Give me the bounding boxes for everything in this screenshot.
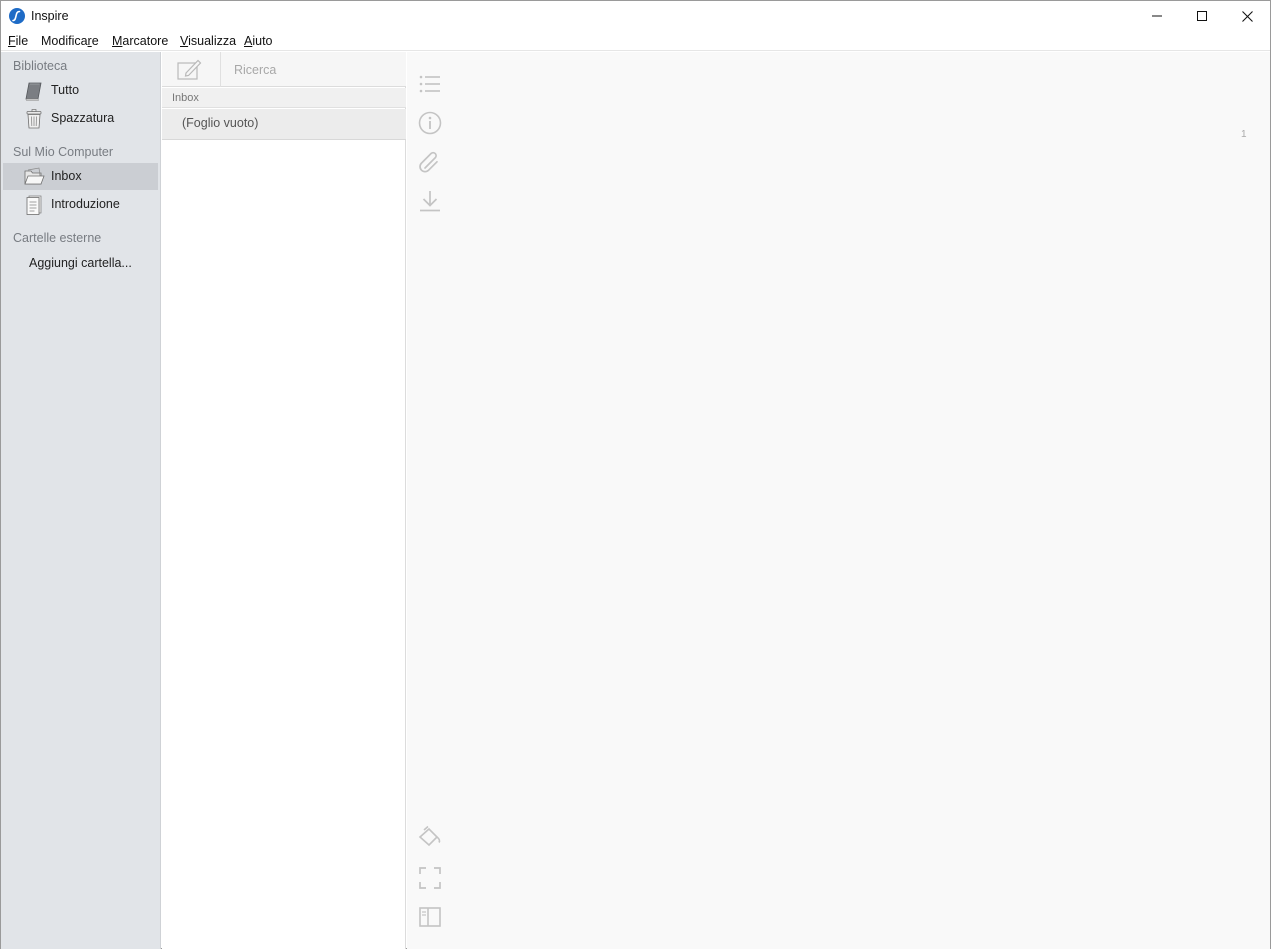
sheet-list-pane: Inbox (Foglio vuoto) [162, 52, 406, 949]
sheet-title: (Foglio vuoto) [182, 116, 259, 130]
export-button[interactable] [417, 188, 443, 214]
attachment-icon [419, 151, 438, 173]
maximize-icon [1197, 11, 1207, 21]
toolbar-divider [220, 52, 221, 87]
split-view-button[interactable] [417, 904, 443, 930]
menu-visualizza-accel: V [180, 34, 189, 48]
menu-modificare-text-b: e [91, 34, 99, 48]
maximize-button[interactable] [1179, 1, 1225, 31]
list-item[interactable]: (Foglio vuoto) [162, 109, 406, 140]
document-icon [26, 195, 42, 215]
download-icon [420, 191, 440, 212]
title-bar[interactable]: Inspire [1, 1, 1270, 31]
fullscreen-icon [419, 867, 441, 889]
minimize-icon [1152, 15, 1162, 17]
section-cartelle-esterne: Cartelle esterne [13, 231, 102, 245]
attachment-button[interactable] [417, 149, 443, 175]
sidebar-item-label: Spazzatura [51, 111, 115, 125]
group-header-label: Inbox [172, 92, 199, 104]
menu-marcatore-text-b: arcatore [122, 34, 169, 48]
info-icon [418, 111, 442, 135]
close-icon [1241, 10, 1253, 22]
close-button[interactable] [1224, 1, 1270, 31]
menu-bar: File Modificare Marcatore Visualizza Aiu… [1, 31, 1270, 51]
new-sheet-button[interactable] [174, 57, 204, 83]
menu-aiuto-text-b: iuto [252, 34, 273, 48]
list-group-header: Inbox [162, 88, 406, 108]
section-sul-mio-computer: Sul Mio Computer [13, 145, 114, 159]
sidebar-item-tutto[interactable]: Tutto [3, 77, 158, 104]
menu-file-accel: F [8, 34, 16, 48]
sidebar-item-label: Inbox [51, 169, 82, 183]
menu-modificare[interactable]: Modificare [41, 34, 99, 48]
sidebar-item-label: Tutto [51, 83, 80, 97]
book-icon [25, 82, 42, 101]
sidebar-item-spazzatura[interactable]: Spazzatura [3, 105, 158, 132]
menu-aiuto[interactable]: Aiuto [244, 34, 273, 48]
compose-icon [177, 59, 202, 80]
list-toolbar [162, 52, 406, 87]
editor-pane[interactable]: 1 [407, 52, 1270, 949]
menu-visualizza-text-b: isualizza [188, 34, 237, 48]
app-window: Inspire File Modificare Marcatore Visual… [0, 0, 1271, 949]
bucket-icon [418, 825, 441, 847]
menu-visualizza[interactable]: Visualizza [180, 34, 236, 48]
section-biblioteca: Biblioteca [13, 59, 68, 73]
trash-icon [26, 109, 42, 129]
library-sidebar: Biblioteca Tutto Spazzatura Sul Mio Comp… [1, 52, 161, 949]
menu-marcatore[interactable]: Marcatore [112, 34, 168, 48]
info-button[interactable] [417, 110, 443, 136]
minimize-button[interactable] [1134, 1, 1180, 31]
sidebar-item-inbox[interactable]: Inbox [3, 163, 158, 190]
outline-list-icon [419, 75, 440, 93]
open-folder-icon [24, 167, 45, 185]
menu-file[interactable]: File [8, 34, 28, 48]
split-view-icon [419, 907, 441, 927]
outline-button[interactable] [417, 71, 443, 97]
window-title: Inspire [31, 9, 69, 23]
menu-modificare-text-a: Modifica [41, 34, 88, 48]
menu-file-text-b: ile [15, 34, 29, 48]
sidebar-item-introduzione[interactable]: Introduzione [3, 191, 158, 218]
menu-marcatore-accel: M [112, 34, 123, 48]
fullscreen-button[interactable] [417, 865, 443, 891]
word-count: 1 [1241, 129, 1247, 140]
search-input[interactable] [226, 59, 396, 81]
theme-button[interactable] [417, 825, 443, 851]
inspire-logo-icon [9, 8, 25, 24]
add-folder-button[interactable]: Aggiungi cartella... [29, 256, 132, 270]
sidebar-item-label: Introduzione [51, 197, 120, 211]
